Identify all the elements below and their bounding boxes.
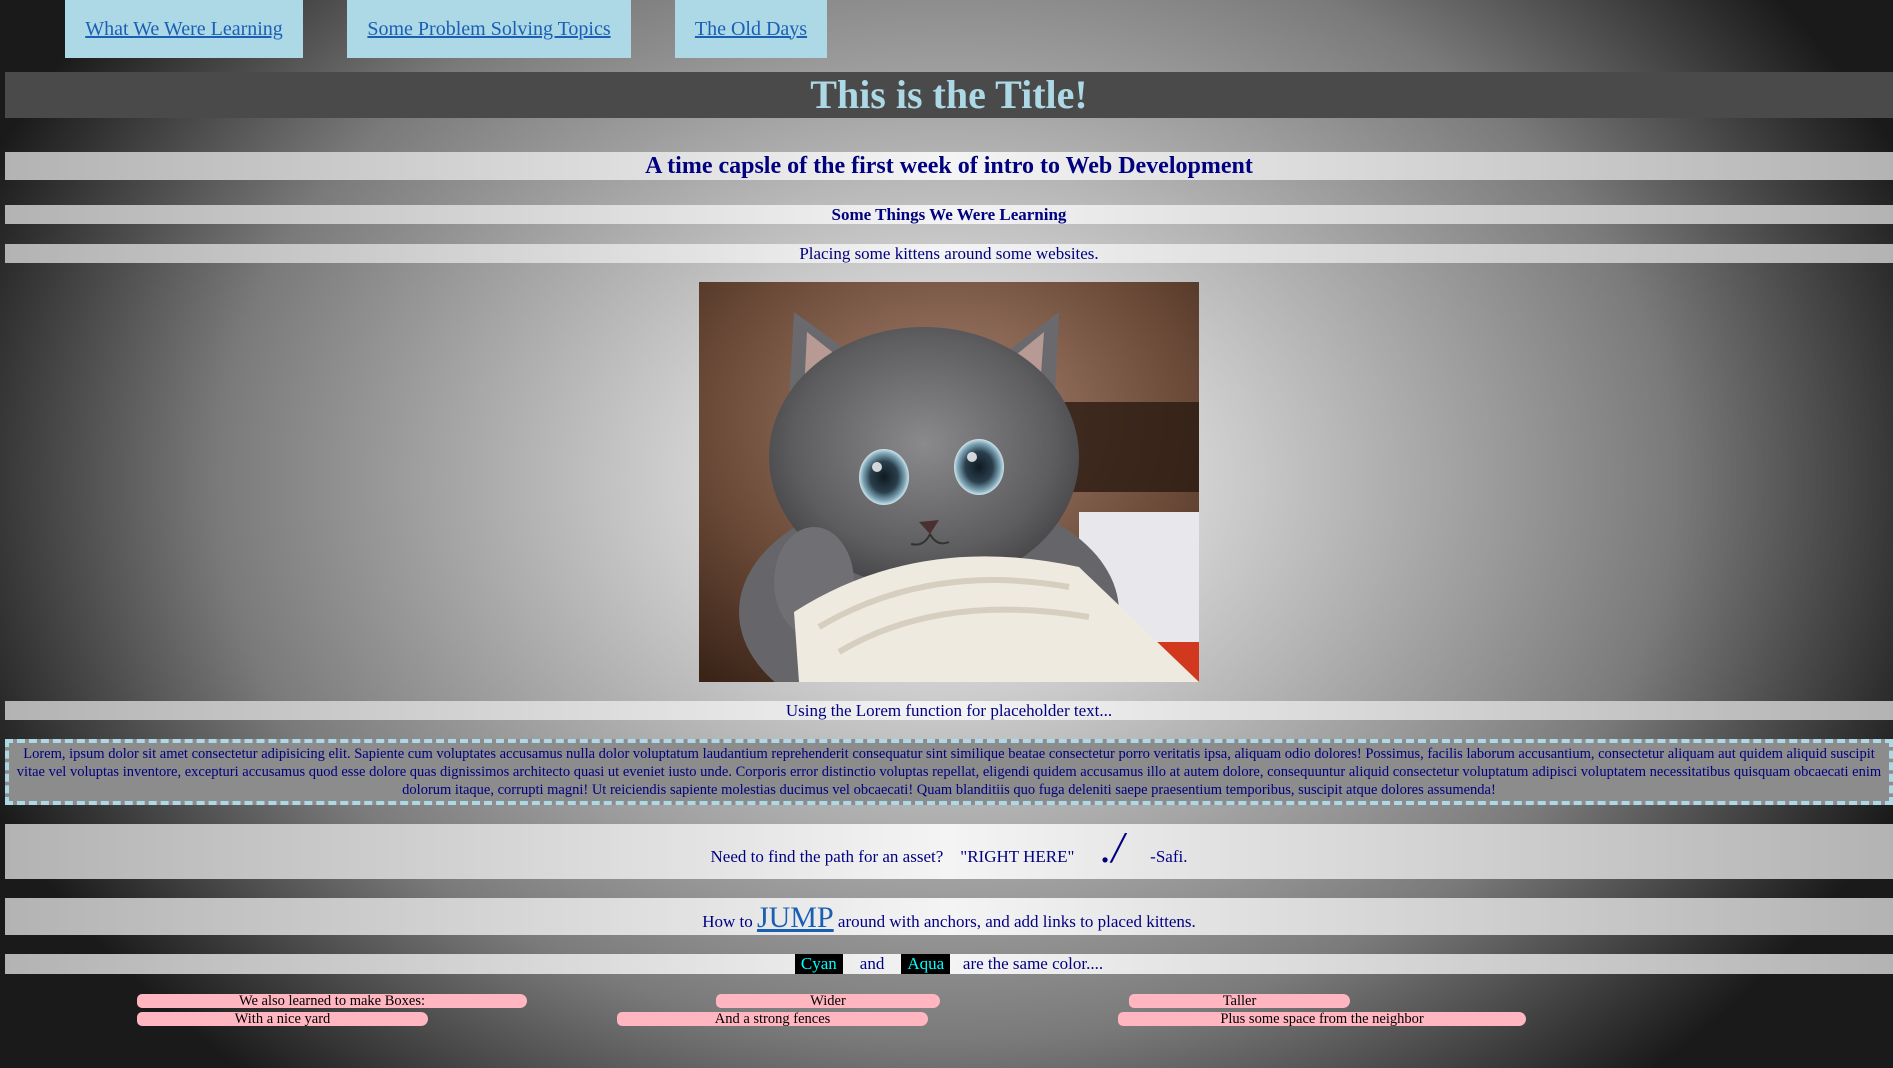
lorem-caption-banner: Using the Lorem function for placeholder… xyxy=(5,701,1893,720)
nav-item-old-days[interactable]: The Old Days xyxy=(675,0,827,58)
box-strong-fences: And a strong fences xyxy=(617,1012,928,1027)
box-space-neighbor: Plus some space from the neighbor xyxy=(1118,1012,1526,1027)
nav-link-learning[interactable]: What We Were Learning xyxy=(85,18,283,41)
nav-link-problem-solving[interactable]: Some Problem Solving Topics xyxy=(367,18,610,41)
nav-link-old-days[interactable]: The Old Days xyxy=(695,18,807,41)
colors-banner: Cyan and Aqua are the same color.... xyxy=(5,954,1893,974)
subtitle-banner: A time capsle of the first week of intro… xyxy=(5,152,1893,180)
nav-item-learning[interactable]: What We Were Learning xyxy=(65,0,303,58)
section-heading-banner: Some Things We Were Learning xyxy=(5,205,1893,224)
jump-banner: How to JUMP around with anchors, and add… xyxy=(5,898,1893,935)
nav-item-problem-solving[interactable]: Some Problem Solving Topics xyxy=(347,0,631,58)
lorem-paragraph: Lorem, ipsum dolor sit amet consectetur … xyxy=(5,739,1893,805)
asset-path-question: Need to find the path for an asset? xyxy=(710,847,944,866)
box-make-boxes: We also learned to make Boxes: xyxy=(137,994,527,1009)
cyan-chip: Cyan xyxy=(794,954,843,974)
title-banner: This is the Title! xyxy=(5,72,1893,118)
colors-suffix: are the same color.... xyxy=(962,954,1104,973)
signature: -Safi. xyxy=(1150,847,1188,866)
aqua-chip: Aqua xyxy=(901,954,951,974)
page-title: This is the Title! xyxy=(810,72,1088,117)
asset-path-answer: "RIGHT HERE" xyxy=(960,847,1075,866)
jump-suffix: around with anchors, and add links to pl… xyxy=(837,912,1196,931)
lorem-caption: Using the Lorem function for placeholder… xyxy=(785,701,1113,720)
colors-and: and xyxy=(859,954,885,973)
jump-prefix: How to xyxy=(702,912,753,931)
box-wider: Wider xyxy=(716,994,940,1009)
page-subtitle: A time capsle of the first week of intro… xyxy=(645,153,1253,179)
box-taller: Taller xyxy=(1129,994,1350,1009)
jump-link[interactable]: JUMP xyxy=(757,901,834,934)
kitten-caption: Placing some kittens around some website… xyxy=(799,244,1099,263)
box-nice-yard: With a nice yard xyxy=(137,1012,428,1027)
section-heading: Some Things We Were Learning xyxy=(831,205,1067,224)
asset-path-banner: Need to find the path for an asset? "RIG… xyxy=(5,823,1893,879)
kitten-image xyxy=(699,282,1199,682)
kitten-caption-banner: Placing some kittens around some website… xyxy=(5,244,1893,263)
path-symbol: ./ xyxy=(1100,823,1124,872)
